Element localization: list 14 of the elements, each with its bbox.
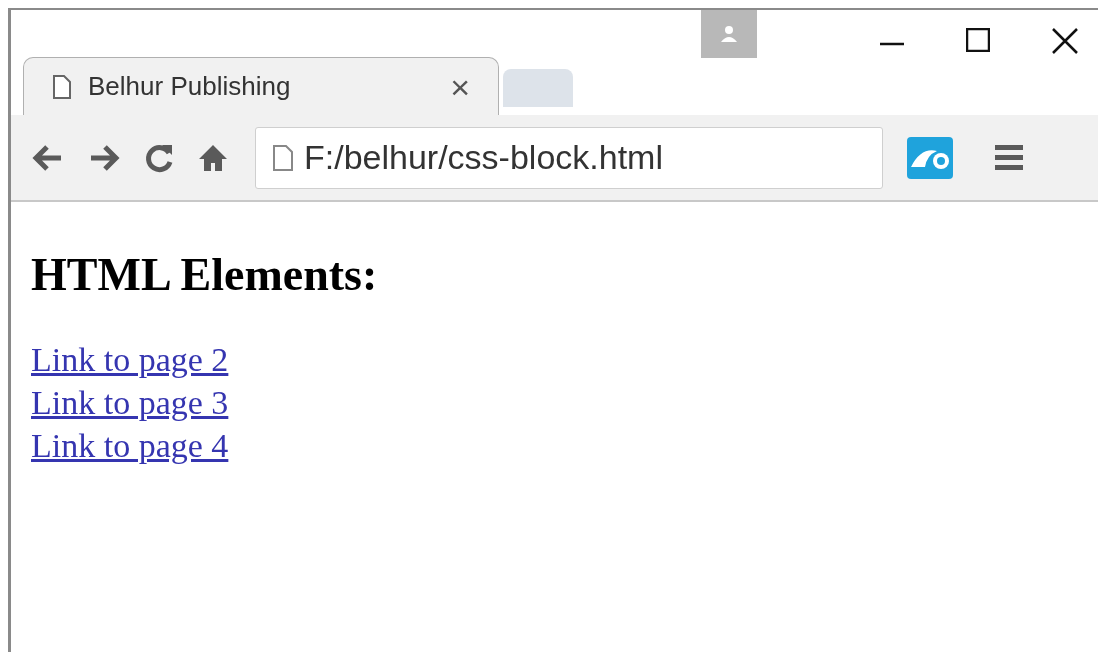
page-icon <box>272 143 294 172</box>
page-heading: HTML Elements: <box>31 252 378 298</box>
tab-title: Belhur Publishing <box>88 70 292 103</box>
close-tab-button[interactable]: × <box>450 69 470 104</box>
page-icon <box>52 73 72 100</box>
page-link[interactable]: Link to page 2 <box>31 338 229 381</box>
browser-tab[interactable]: Belhur Publishing × <box>23 57 499 115</box>
close-icon[interactable] <box>1052 28 1078 54</box>
page-link[interactable]: Link to page 3 <box>31 381 229 424</box>
maximize-icon[interactable] <box>966 28 990 52</box>
address-field[interactable]: F:/belhur/css-block.html <box>255 126 883 189</box>
menu-icon[interactable] <box>995 142 1023 173</box>
extension-icon[interactable] <box>907 136 953 179</box>
page-link[interactable]: Link to page 4 <box>31 424 229 467</box>
